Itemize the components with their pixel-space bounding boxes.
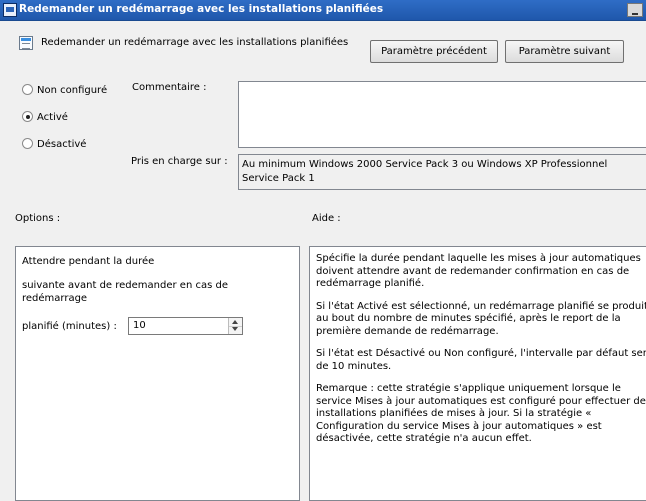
radio-button[interactable]	[22, 84, 33, 95]
minutes-label: planifié (minutes) :	[22, 321, 117, 332]
help-paragraph: Spécifie la durée pendant laquelle les m…	[316, 253, 641, 289]
radio-not-configured[interactable]: Non configuré	[22, 84, 107, 98]
radio-label: Activé	[37, 112, 68, 123]
minimize-button[interactable]	[627, 3, 643, 17]
supported-on-value: Au minimum Windows 2000 Service Pack 3 o…	[242, 159, 608, 184]
title-bar: Redemander un redémarrage avec les insta…	[0, 0, 646, 21]
radio-label: Désactivé	[37, 139, 87, 150]
options-label: Options :	[15, 213, 61, 224]
help-label: Aide :	[312, 213, 341, 224]
spinner-buttons	[228, 318, 242, 334]
comment-label: Commentaire :	[132, 82, 207, 93]
supported-on-label: Pris en charge sur :	[131, 156, 228, 167]
options-text-1: Attendre pendant la durée	[22, 256, 155, 267]
radio-enabled[interactable]: Activé	[22, 111, 68, 125]
next-setting-button[interactable]: Paramètre suivant	[505, 40, 624, 63]
minutes-spinbox[interactable]: 10	[128, 317, 243, 335]
options-text-2: suivante avant de redemander en cas de r…	[22, 280, 228, 304]
help-panel: Spécifie la durée pendant laquelle les m…	[309, 246, 646, 501]
radio-label: Non configuré	[37, 85, 108, 96]
comment-textarea[interactable]	[238, 81, 646, 148]
options-panel: Attendre pendant la durée suivante avant…	[15, 246, 300, 501]
help-paragraph: Si l'état est Désactivé ou Non configuré…	[316, 348, 646, 372]
supported-on-field: Au minimum Windows 2000 Service Pack 3 o…	[238, 154, 646, 190]
policy-name: Redemander un redémarrage avec les insta…	[41, 37, 349, 48]
radio-disabled[interactable]: Désactivé	[22, 138, 86, 152]
radio-button[interactable]	[22, 111, 33, 122]
previous-setting-button[interactable]: Paramètre précédent	[370, 40, 498, 63]
spin-down-arrow-icon[interactable]	[229, 326, 242, 334]
help-paragraph: Si l'état Activé est sélectionné, un red…	[316, 300, 646, 337]
radio-button[interactable]	[22, 138, 33, 149]
help-paragraph: Remarque : cette stratégie s'applique un…	[316, 383, 646, 444]
policy-setting-icon	[19, 36, 33, 50]
policy-window-icon	[3, 3, 17, 17]
minutes-value: 10	[133, 320, 146, 331]
window-title: Redemander un redémarrage avec les insta…	[19, 3, 384, 15]
